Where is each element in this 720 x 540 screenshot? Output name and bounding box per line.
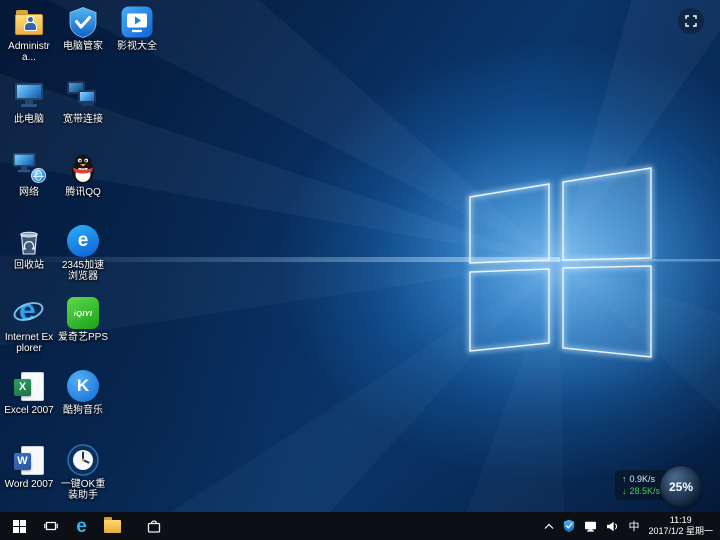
tray-time: 11:19 (648, 515, 713, 526)
tray-date: 2017/1/2 星期一 (648, 526, 713, 537)
desktop-icon-excel-2007[interactable]: X Excel 2007 (3, 369, 55, 439)
desktop-icon-pc-manager[interactable]: 电脑管家 (57, 5, 109, 75)
taskbar-edge-button[interactable]: e (66, 512, 97, 540)
desktop-icon-qq[interactable]: 腾讯QQ (57, 151, 109, 221)
upload-speed: ↑0.9K/s (622, 473, 660, 485)
kugou-k-icon: K (66, 369, 100, 403)
computer-monitor-icon (12, 78, 46, 112)
icon-label: 电脑管家 (57, 41, 109, 52)
internet-explorer-icon: e (12, 296, 46, 330)
taskbar-store-button[interactable] (138, 512, 169, 540)
icon-label: Excel 2007 (3, 405, 55, 416)
icon-label: 爱奇艺PPS (57, 332, 109, 343)
tray-ime-indicator[interactable]: 中 (628, 518, 639, 534)
taskbar: e (0, 512, 720, 540)
down-arrow-icon: ↓ (622, 486, 627, 496)
desktop-icon-onekey-ok[interactable]: 一键OK重装助手 (57, 443, 109, 512)
tray-volume-icon[interactable] (606, 521, 619, 532)
task-view-icon (44, 519, 58, 533)
system-tray: 中 11:19 2017/1/2 星期一 (544, 512, 720, 540)
folder-icon (104, 520, 121, 533)
windows-logo-icon (13, 520, 26, 533)
task-view-button[interactable] (35, 512, 66, 540)
desktop-icon-this-pc[interactable]: 此电脑 (3, 78, 55, 148)
store-bag-icon (146, 518, 162, 534)
penguin-icon (66, 151, 100, 185)
desktop-icon-word-2007[interactable]: W Word 2007 (3, 443, 55, 512)
icon-label: 影视大全 (111, 41, 163, 52)
icon-label: 一键OK重装助手 (57, 479, 109, 501)
icon-label: Administra... (3, 41, 55, 63)
memory-usage-ball[interactable]: 25% (660, 466, 702, 508)
icon-label: 网络 (3, 187, 55, 198)
clock-icon (66, 443, 100, 477)
desktop-icon-kugou[interactable]: K 酷狗音乐 (57, 369, 109, 439)
icon-label: 酷狗音乐 (57, 405, 109, 416)
desktop-icon-recycle-bin[interactable]: 回收站 (3, 224, 55, 294)
desktop-icon-iqiyi[interactable]: iQIYI 爱奇艺PPS (57, 296, 109, 366)
browser-e-icon: e (66, 224, 100, 258)
iqiyi-icon: iQIYI (66, 296, 100, 330)
dual-monitor-icon (66, 78, 100, 112)
fullscreen-button[interactable] (678, 8, 704, 34)
edge-browser-icon: e (76, 517, 87, 536)
icon-label: 腾讯QQ (57, 187, 109, 198)
download-speed: ↓28.5K/s (622, 485, 660, 497)
excel-document-icon: X (12, 369, 46, 403)
desktop-icon-internet-explorer[interactable]: e Internet Explorer (3, 296, 55, 366)
desktop-icon-2345-browser[interactable]: e 2345加速浏览器 (57, 224, 109, 294)
tray-security-shield-icon[interactable] (563, 519, 575, 533)
tray-clock[interactable]: 11:19 2017/1/2 星期一 (648, 515, 713, 537)
taskbar-file-explorer-button[interactable] (97, 512, 128, 540)
icon-label: Internet Explorer (3, 332, 55, 354)
fullscreen-corners-icon (685, 15, 697, 27)
tray-network-icon[interactable] (584, 521, 597, 532)
desktop-icon-network[interactable]: 网络 (3, 151, 55, 221)
user-folder-icon (12, 5, 46, 39)
tv-play-icon (120, 5, 154, 39)
desktop-icon-video-collection[interactable]: 影视大全 (111, 5, 163, 75)
icon-label: 此电脑 (3, 114, 55, 125)
tray-chevron-up-icon[interactable] (544, 523, 554, 530)
icon-label: 宽带连接 (57, 114, 109, 125)
desktop-icon-broadband[interactable]: 宽带连接 (57, 78, 109, 148)
desktop[interactable]: Administra... 此电脑 网络 (0, 0, 720, 512)
start-button[interactable] (4, 512, 35, 540)
shield-icon (66, 5, 100, 39)
word-document-icon: W (12, 443, 46, 477)
network-globe-icon (12, 151, 46, 185)
recycle-bin-icon (12, 224, 46, 258)
up-arrow-icon: ↑ (622, 474, 627, 484)
taskbar-left: e (0, 512, 169, 540)
icon-label: 回收站 (3, 260, 55, 271)
icon-label: Word 2007 (3, 479, 55, 490)
windows-desktop-screen: Administra... 此电脑 网络 (0, 0, 720, 540)
desktop-icon-administrator[interactable]: Administra... (3, 5, 55, 75)
icon-label: 2345加速浏览器 (57, 260, 109, 282)
